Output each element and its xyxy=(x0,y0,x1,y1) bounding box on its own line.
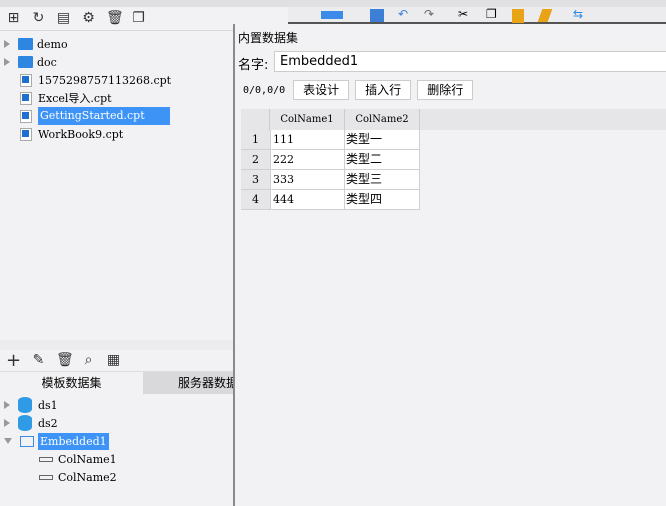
expand-icon[interactable] xyxy=(4,40,10,48)
dataset-label: ds1 xyxy=(38,398,58,412)
column-icon xyxy=(39,456,53,462)
add-dataset-icon[interactable]: + xyxy=(6,352,21,370)
report-file-icon xyxy=(20,109,32,123)
column-icon xyxy=(39,474,53,480)
corner-header xyxy=(241,109,270,130)
table-design-button[interactable]: 表设计 xyxy=(293,80,350,100)
name-label: 名字: xyxy=(238,58,269,73)
dialog-title: 内置数据集 xyxy=(238,31,299,45)
cut-icon[interactable]: ✂ xyxy=(458,7,468,21)
delete-icon[interactable]: 🗑 xyxy=(106,11,124,26)
folder-icon xyxy=(18,56,33,68)
row-number[interactable]: 3 xyxy=(241,170,270,190)
cell[interactable]: 类型一 xyxy=(345,130,420,150)
save-icon[interactable] xyxy=(370,9,384,22)
folder-icon xyxy=(18,38,33,50)
parameter-icon[interactable]: ▦ xyxy=(106,353,121,368)
dataset-label: Embedded1 xyxy=(38,432,109,450)
undo-icon[interactable]: ↶ xyxy=(398,7,408,21)
dataset-ds2[interactable]: ds2 xyxy=(0,414,58,432)
expand-icon[interactable] xyxy=(4,401,10,409)
cell-position: 0/0,0/0 xyxy=(243,84,286,96)
table-row: 3 333 类型三 xyxy=(241,170,666,190)
column-item[interactable]: ColName1 xyxy=(39,450,117,468)
format-brush-icon[interactable] xyxy=(537,9,553,22)
redo-icon[interactable]: ↷ xyxy=(424,7,434,21)
dataset-label: ds2 xyxy=(38,416,58,430)
dialog-toolbar: 0/0,0/0 表设计 插入行 删除行 xyxy=(243,80,474,100)
tree-item-file[interactable]: WorkBook9.cpt xyxy=(0,125,123,143)
tree-item-file[interactable]: Excel导入.cpt xyxy=(0,89,112,107)
column-header[interactable]: ColName2 xyxy=(345,109,420,130)
table-icon xyxy=(20,435,34,447)
paste-icon[interactable] xyxy=(512,9,524,23)
cell[interactable]: 类型二 xyxy=(345,150,420,170)
column-item[interactable]: ColName2 xyxy=(39,468,117,486)
expand-icon[interactable] xyxy=(4,58,10,66)
dataset-toolbar: + ✎ 🗑 ⌕ ▦ xyxy=(0,350,234,372)
column-header[interactable]: ColName1 xyxy=(270,109,345,130)
cell[interactable]: 333 xyxy=(270,170,345,190)
tree-item-label: Excel导入.cpt xyxy=(38,92,112,105)
row-number[interactable]: 2 xyxy=(241,150,270,170)
report-file-icon xyxy=(20,73,32,87)
tree-item-demo[interactable]: demo xyxy=(0,35,68,53)
tree-item-file[interactable]: 1575298757113268.cpt xyxy=(0,71,171,89)
collapse-icon[interactable] xyxy=(4,438,12,444)
tree-item-label: doc xyxy=(37,55,57,69)
table-row: 1 111 类型一 xyxy=(241,130,666,150)
copy-icon[interactable]: ❐ xyxy=(486,7,497,21)
row-number[interactable]: 1 xyxy=(241,130,270,150)
table-row: 2 222 类型二 xyxy=(241,150,666,170)
new-folder-icon[interactable]: ⊞ xyxy=(6,11,21,26)
column-label: ColName1 xyxy=(58,452,117,466)
database-icon xyxy=(18,397,32,413)
cell[interactable]: 类型三 xyxy=(345,170,420,190)
table-row: 4 444 类型四 xyxy=(241,190,666,210)
delete-icon[interactable]: 🗑 xyxy=(56,353,74,368)
tree-item-doc[interactable]: doc xyxy=(0,53,57,71)
refresh-icon[interactable]: ↻ xyxy=(31,11,46,26)
title-strip xyxy=(0,0,666,7)
cell[interactable]: 类型四 xyxy=(345,190,420,210)
embedded-dataset-dialog: 内置数据集 名字: Embedded1 0/0,0/0 表设计 插入行 删除行 … xyxy=(233,24,666,506)
cell[interactable]: 444 xyxy=(270,190,345,210)
dataset-ds1[interactable]: ds1 xyxy=(0,396,58,414)
settings-icon[interactable]: ⚙ xyxy=(81,11,96,26)
tab-server-datasets[interactable]: 服务器数据集 xyxy=(143,372,234,394)
tree-item-label: WorkBook9.cpt xyxy=(38,127,124,141)
report-file-icon xyxy=(20,127,32,141)
database-icon xyxy=(18,415,32,431)
grid-header: ColName1 ColName2 xyxy=(241,109,666,130)
tree-item-label: GettingStarted.cpt xyxy=(38,107,170,125)
cell[interactable]: 222 xyxy=(270,150,345,170)
tree-item-label: demo xyxy=(37,37,68,51)
edit-icon[interactable]: ✎ xyxy=(31,353,46,368)
tree-item-label: 1575298757113268.cpt xyxy=(38,73,172,87)
dataset-tabs: 模板数据集 服务器数据集 xyxy=(0,372,234,394)
delete-row-button[interactable]: 删除行 xyxy=(417,80,474,100)
panel-splitter[interactable] xyxy=(0,340,234,350)
expand-icon[interactable] xyxy=(4,419,10,427)
menu-icon[interactable] xyxy=(321,11,343,19)
copy-icon[interactable]: ❐ xyxy=(131,11,146,26)
editor-toolbar: ↶ ↷ ✂ ❐ ⇆ xyxy=(288,7,666,24)
cell[interactable]: 111 xyxy=(270,130,345,150)
open-icon[interactable]: ▤ xyxy=(56,11,71,26)
data-grid: ColName1 ColName2 1 111 类型一 2 222 类型二 3 333 类型… xyxy=(241,109,666,210)
name-input[interactable]: Embedded1 xyxy=(274,51,666,72)
column-label: ColName2 xyxy=(58,470,117,484)
preview-icon[interactable]: ⌕ xyxy=(81,353,96,368)
tab-template-datasets[interactable]: 模板数据集 xyxy=(0,372,143,394)
row-number[interactable]: 4 xyxy=(241,190,270,210)
report-file-icon xyxy=(20,91,32,105)
tree-item-file-selected[interactable]: GettingStarted.cpt xyxy=(0,107,170,125)
insert-row-button[interactable]: 插入行 xyxy=(355,80,412,100)
dataset-embedded1[interactable]: Embedded1 xyxy=(0,432,109,450)
swap-icon[interactable]: ⇆ xyxy=(573,7,583,21)
